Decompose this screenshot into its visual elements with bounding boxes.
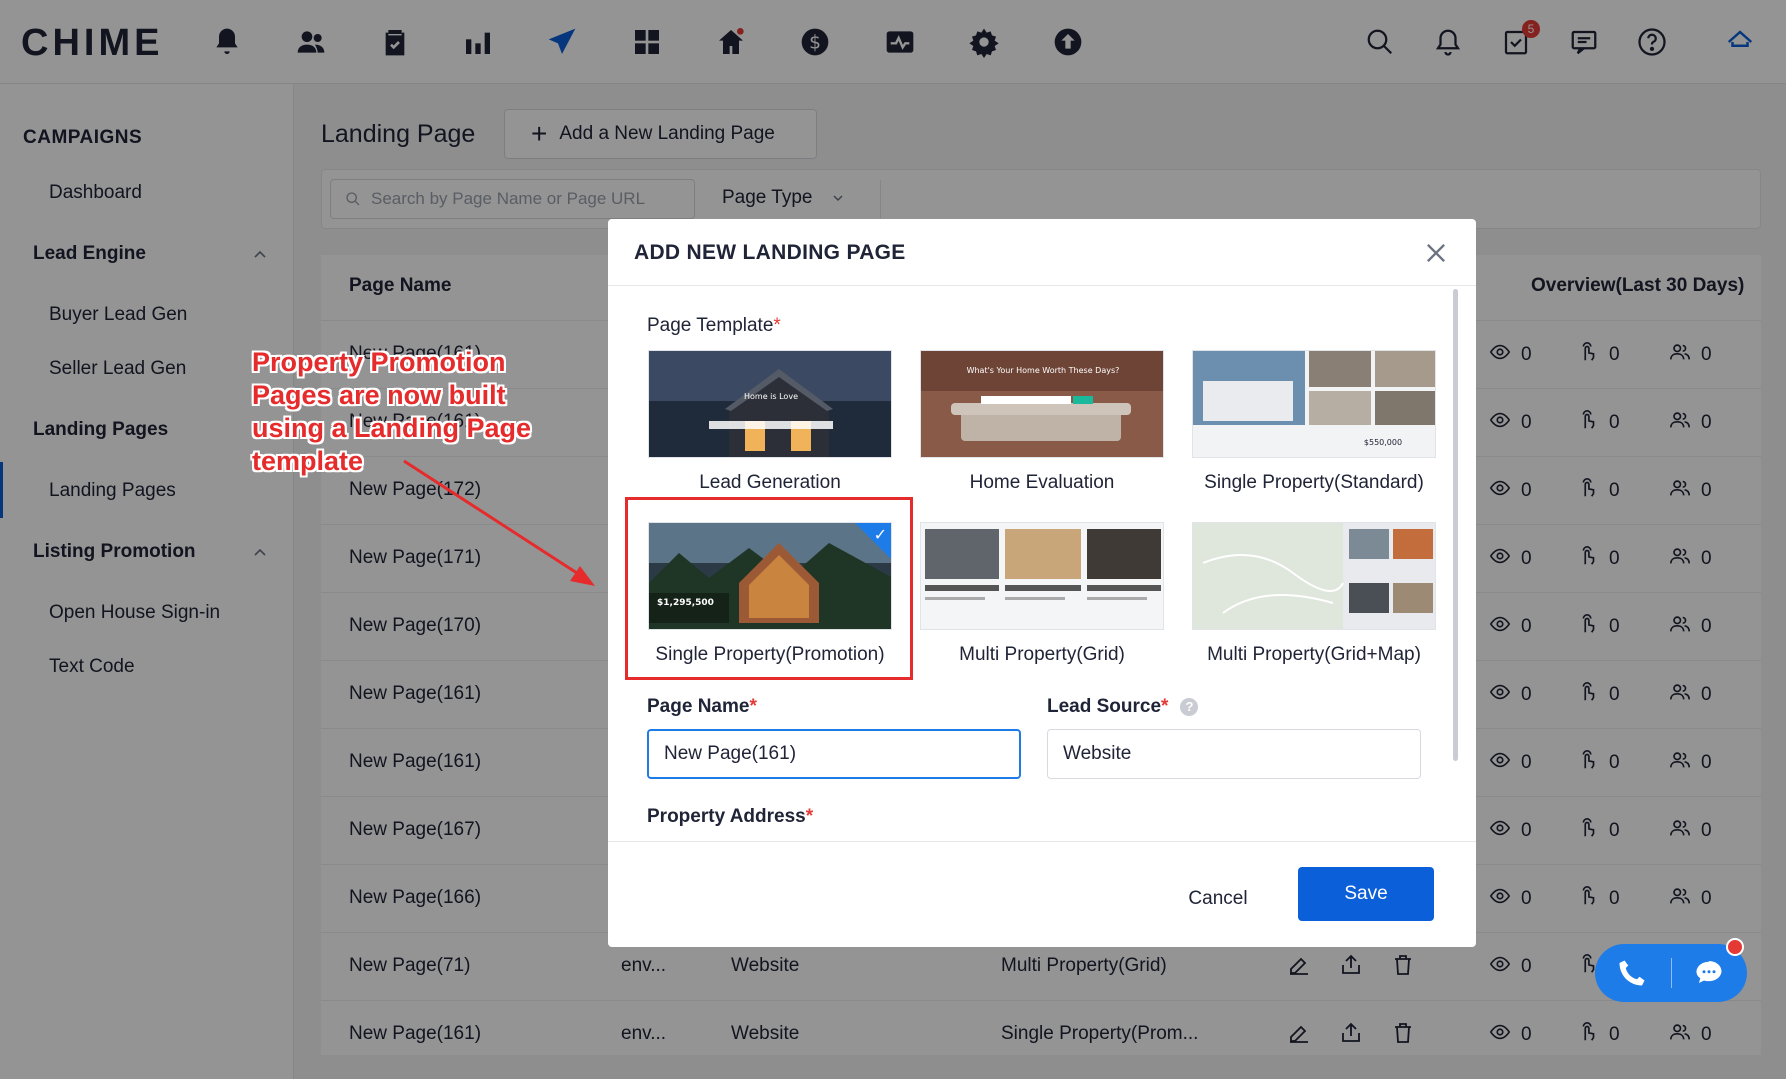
template-caption: Single Property(Standard) (1204, 472, 1424, 493)
template-multi-property-grid-map[interactable] (1192, 522, 1436, 630)
chat-notification-dot (1726, 938, 1744, 956)
template-caption: Multi Property(Grid+Map) (1207, 644, 1421, 665)
lead-source-label: Lead Source*? (1047, 696, 1199, 718)
page-name-input[interactable]: New Page(161) (647, 729, 1021, 779)
close-icon[interactable] (1422, 239, 1450, 267)
cancel-button[interactable]: Cancel (1168, 879, 1268, 919)
template-caption: Multi Property(Grid) (959, 644, 1125, 665)
phone-icon[interactable] (1617, 958, 1647, 988)
multi-property-grid-thumbnail (921, 523, 1163, 629)
template-lead-generation[interactable]: Home is Love (648, 350, 892, 458)
page-template-label: Page Template* (647, 315, 781, 336)
template-home-evaluation[interactable]: What's Your Home Worth These Days? (920, 350, 1164, 458)
svg-text:Home is Love: Home is Love (744, 392, 798, 401)
svg-text:What's Your Home Worth These D: What's Your Home Worth These Days? (967, 366, 1120, 375)
divider (608, 841, 1476, 842)
help-icon[interactable]: ? (1180, 697, 1199, 716)
multi-property-grid-map-thumbnail (1193, 523, 1435, 629)
lead-generation-thumbnail: Home is Love (649, 351, 891, 457)
page-name-label: Page Name* (647, 696, 757, 717)
call-chat-widget (1595, 944, 1747, 1002)
divider (1671, 958, 1672, 988)
save-button[interactable]: Save (1298, 867, 1434, 921)
template-single-property-standard[interactable]: $550,000 (1192, 350, 1436, 458)
svg-text:$550,000: $550,000 (1364, 438, 1402, 447)
template-caption: Home Evaluation (969, 472, 1115, 493)
lead-source-select[interactable]: Website (1047, 729, 1421, 779)
modal-scrollbar[interactable] (1453, 289, 1458, 761)
single-property-standard-thumbnail: $550,000 (1193, 351, 1435, 457)
template-caption: Lead Generation (699, 472, 841, 493)
divider (608, 285, 1476, 286)
home-evaluation-thumbnail: What's Your Home Worth These Days? (921, 351, 1163, 457)
template-multi-property-grid[interactable] (920, 522, 1164, 630)
chat-icon[interactable] (1693, 958, 1725, 988)
property-address-label: Property Address* (647, 806, 814, 827)
annotation-text: Property Promotion Pages are now built u… (252, 347, 532, 476)
annotation-highlight-box (625, 497, 913, 680)
modal-title: ADD NEW LANDING PAGE (634, 241, 906, 264)
